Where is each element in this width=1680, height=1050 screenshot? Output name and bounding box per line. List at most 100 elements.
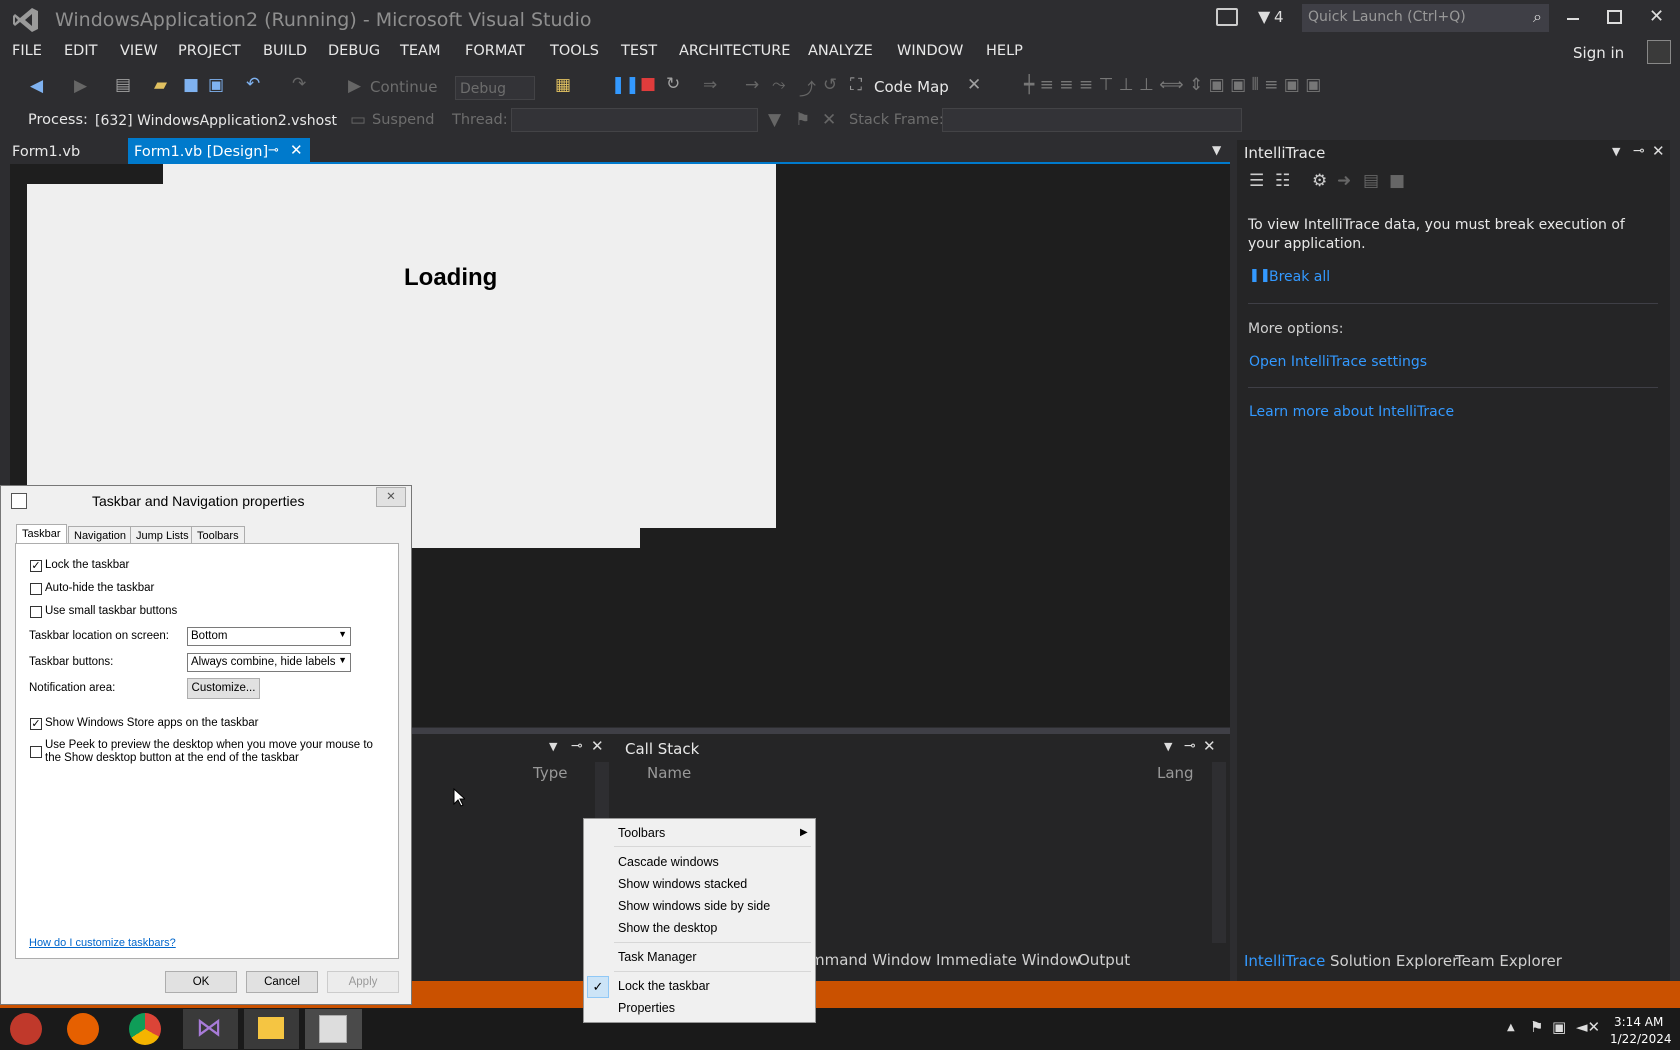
name-column-header[interactable]: Name: [647, 764, 691, 782]
tab-navigation[interactable]: Navigation: [68, 526, 132, 544]
break-all-icon[interactable]: ❚❚: [1249, 268, 1271, 283]
attach-icon[interactable]: ▦: [555, 75, 571, 95]
menu-view[interactable]: VIEW: [120, 43, 158, 59]
menu-project[interactable]: PROJECT: [178, 43, 241, 59]
auto-hide-checkbox[interactable]: [30, 583, 42, 595]
app-icon-strawberry[interactable]: [10, 1013, 42, 1045]
suspend-button[interactable]: Suspend: [372, 112, 434, 128]
menu-test[interactable]: TEST: [621, 43, 657, 59]
tab-jump-lists[interactable]: Jump Lists: [130, 526, 195, 544]
flag-threads-icon[interactable]: ⚑: [795, 110, 810, 130]
solution-config-combo[interactable]: Debug: [455, 76, 535, 100]
sign-in-link[interactable]: Sign in: [1573, 44, 1624, 62]
menu-help[interactable]: HELP: [986, 43, 1023, 59]
show-hidden-icons-icon[interactable]: ▲: [1507, 1022, 1515, 1033]
menu-item-stacked[interactable]: Show windows stacked: [618, 877, 747, 891]
clock-date[interactable]: 1/22/2024: [1610, 1032, 1672, 1046]
notification-flag-icon[interactable]: ▼: [1258, 7, 1270, 26]
menu-format[interactable]: FORMAT: [465, 43, 525, 59]
lang-column-header[interactable]: Lang: [1157, 764, 1194, 782]
menu-tools[interactable]: TOOLS: [550, 43, 599, 59]
form-preview[interactable]: [27, 184, 776, 528]
menu-edit[interactable]: EDIT: [64, 43, 97, 59]
dropdown-icon[interactable]: ▼: [549, 740, 557, 753]
hex-display-icon[interactable]: ✕: [967, 75, 981, 95]
restart-icon[interactable]: ↻: [666, 74, 680, 94]
step-into-icon[interactable]: →: [745, 75, 759, 95]
save-all-icon[interactable]: ▣: [208, 75, 224, 95]
undo-icon[interactable]: ↶: [246, 74, 260, 94]
thread-combo[interactable]: [511, 108, 758, 132]
tab-team-explorer[interactable]: Team Explorer: [1455, 952, 1562, 970]
minimize-button[interactable]: [1567, 18, 1579, 20]
tab-form1-design[interactable]: Form1.vb [Design] ⊸ ✕: [128, 138, 310, 164]
stack-frame-icon[interactable]: ✕: [822, 110, 836, 130]
menu-file[interactable]: FILE: [12, 43, 42, 59]
continue-icon[interactable]: ▶: [348, 76, 361, 96]
tab-output[interactable]: Output: [1078, 951, 1130, 969]
file-explorer-taskbar-button[interactable]: [244, 1009, 299, 1049]
menu-window[interactable]: WINDOW: [897, 43, 963, 59]
help-link[interactable]: How do I customize taskbars?: [29, 937, 176, 949]
menu-item-properties[interactable]: Properties: [618, 1001, 675, 1015]
cancel-button[interactable]: Cancel: [246, 971, 318, 993]
menu-analyze[interactable]: ANALYZE: [808, 43, 873, 59]
break-all-link[interactable]: Break all: [1269, 269, 1330, 285]
close-pane-icon[interactable]: ✕: [591, 737, 604, 755]
open-settings-link[interactable]: Open IntelliTrace settings: [1249, 354, 1427, 370]
close-pane-icon[interactable]: ✕: [1203, 737, 1216, 755]
close-pane-icon[interactable]: ✕: [1652, 142, 1665, 160]
menu-item-show-desktop[interactable]: Show the desktop: [618, 921, 717, 935]
search-icon[interactable]: ⌕: [1533, 7, 1542, 27]
small-buttons-checkbox[interactable]: [30, 606, 42, 618]
store-apps-checkbox[interactable]: ✓: [30, 718, 42, 730]
tab-command-window[interactable]: mmand Window: [810, 951, 931, 969]
pin-icon[interactable]: ⊸: [1184, 738, 1196, 754]
suspend-icon[interactable]: ▭: [350, 110, 366, 130]
type-column-header[interactable]: Type: [533, 764, 567, 782]
visual-studio-taskbar-button[interactable]: ⋈: [183, 1009, 238, 1049]
tab-solution-explorer[interactable]: Solution Explorer: [1330, 952, 1458, 970]
open-file-icon[interactable]: ▰: [154, 75, 167, 95]
tab-toolbars[interactable]: Toolbars: [191, 526, 245, 544]
layout-toolbar-icon[interactable]: ┿ ≡ ≡ ≡ ⊤ ⊥ ⊥ ⟺ ⇕ ▣ ▣ ⫴ ≡ ▣ ▣: [1024, 75, 1321, 95]
new-project-icon[interactable]: ▤: [115, 75, 131, 95]
break-all-icon[interactable]: ❚❚: [611, 75, 640, 95]
chrome-icon[interactable]: [129, 1013, 161, 1045]
menu-item-toolbars[interactable]: Toolbars: [618, 826, 665, 840]
volume-muted-icon[interactable]: ◄✕: [1576, 1018, 1600, 1036]
call-stack-scrollbar[interactable]: [1212, 762, 1226, 943]
redo-icon[interactable]: ↷: [292, 74, 306, 94]
menu-item-side-by-side[interactable]: Show windows side by side: [618, 899, 770, 913]
dialog-close-button[interactable]: ✕: [376, 487, 406, 507]
step-back-icon[interactable]: ↺: [823, 75, 837, 95]
dropdown-icon[interactable]: ▼: [1612, 145, 1620, 158]
step-out-icon[interactable]: ⤴: [799, 75, 816, 100]
close-window-button[interactable]: ✕: [1649, 6, 1664, 27]
peek-checkbox[interactable]: [30, 746, 42, 758]
close-tab-icon[interactable]: ✕: [290, 141, 303, 159]
tab-intellitrace[interactable]: IntelliTrace: [1244, 952, 1325, 970]
restore-button[interactable]: [1607, 10, 1622, 24]
tab-dropdown-icon[interactable]: ▼: [1212, 143, 1221, 157]
lock-taskbar-checkbox[interactable]: ✓: [30, 560, 42, 572]
taskbar-properties-taskbar-button[interactable]: [305, 1009, 362, 1049]
menu-item-cascade[interactable]: Cascade windows: [618, 855, 719, 869]
back-icon[interactable]: ◀: [30, 76, 43, 96]
continue-button[interactable]: Continue: [370, 78, 437, 96]
show-next-statement-icon[interactable]: ⇒: [703, 75, 717, 95]
account-avatar-icon[interactable]: [1647, 40, 1671, 64]
tab-immediate-window[interactable]: Immediate Window: [936, 951, 1081, 969]
apply-button[interactable]: Apply: [327, 971, 399, 993]
customize-button[interactable]: Customize...: [187, 678, 260, 699]
step-over-icon[interactable]: ⤳: [772, 75, 786, 95]
pin-icon[interactable]: ⊸: [571, 738, 583, 754]
menu-team[interactable]: TEAM: [400, 43, 440, 59]
events-view-icon[interactable]: ☰: [1249, 171, 1264, 191]
menu-item-lock-taskbar[interactable]: Lock the taskbar: [618, 979, 710, 993]
tab-taskbar[interactable]: Taskbar: [16, 524, 67, 544]
dropdown-icon[interactable]: ▼: [1164, 740, 1172, 753]
pin-icon[interactable]: ⊸: [268, 143, 279, 158]
network-icon[interactable]: ▣: [1552, 1018, 1566, 1036]
stop-debugging-icon[interactable]: ■: [640, 74, 656, 94]
